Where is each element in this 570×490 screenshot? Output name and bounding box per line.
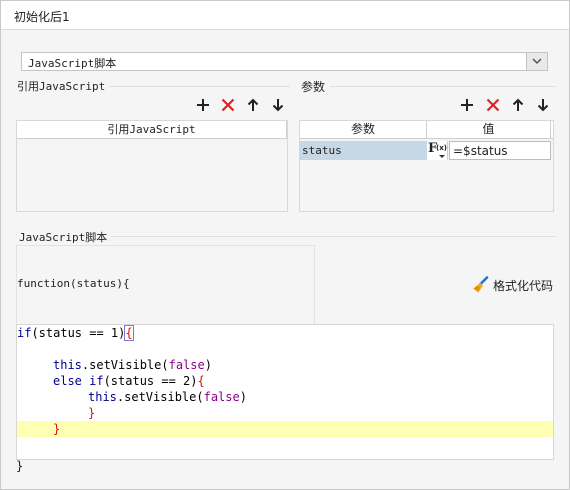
script-type-value: JavaScript脚本 [28, 57, 117, 70]
code-line-1: if(status == 1){ [17, 325, 134, 341]
param-move-up-button[interactable] [510, 97, 526, 113]
params-section-label: 参数 [301, 78, 330, 95]
add-icon [197, 99, 209, 111]
code-line-5: this.setVisible(false) [88, 390, 247, 404]
add-icon [461, 99, 473, 111]
param-move-down-button[interactable] [535, 97, 551, 113]
arrow-down-icon [537, 99, 549, 112]
param-value: =$status [453, 144, 508, 158]
title-bar: 初始化后1 [1, 1, 569, 30]
current-line-highlight [17, 421, 553, 437]
chevron-down-icon [532, 58, 542, 65]
param-add-button[interactable] [459, 97, 475, 113]
param-delete-button[interactable] [485, 97, 501, 113]
ref-delete-button[interactable] [220, 97, 236, 113]
script-type-select[interactable]: JavaScript脚本 [21, 52, 548, 71]
delete-icon [486, 98, 500, 112]
param-value-input[interactable]: =$status [449, 141, 551, 160]
ref-move-up-button[interactable] [245, 97, 261, 113]
delete-icon [221, 98, 235, 112]
arrow-down-icon [272, 99, 284, 112]
params-grid-header: 参数 值 [300, 121, 553, 139]
ref-js-grid-header: 引用JavaScript [17, 121, 287, 139]
dropdown-arrow-icon [439, 155, 445, 158]
arrow-up-icon [247, 98, 259, 111]
formula-button[interactable]: F (x) [427, 141, 448, 160]
param-row-name-cell[interactable]: status [300, 141, 427, 160]
param-name: status [302, 144, 342, 157]
ref-add-button[interactable] [195, 97, 211, 113]
arrow-up-icon [512, 98, 524, 111]
ref-js-grid[interactable]: 引用JavaScript [16, 120, 288, 212]
divider [108, 236, 556, 237]
fx-icon-sub: (x) [436, 144, 447, 152]
code-editor[interactable]: if(status == 1){ this.setVisible(false) … [16, 324, 554, 460]
ref-move-down-button[interactable] [270, 97, 286, 113]
format-code-label: 格式化代码 [493, 279, 554, 293]
function-header: function(status){ [17, 277, 130, 290]
function-closing-brace: } [16, 459, 24, 473]
code-line-4: else if(status == 2){ [53, 374, 205, 388]
ref-js-column-header: 引用JavaScript [17, 121, 287, 138]
params-grid[interactable]: 参数 值 [299, 120, 554, 212]
ref-section-label: 引用JavaScript [17, 78, 110, 94]
select-dropdown-button[interactable] [526, 53, 547, 70]
script-section-label: JavaScript脚本 [19, 229, 112, 245]
divider [330, 86, 556, 87]
window-title: 初始化后1 [14, 10, 70, 24]
code-line-6: } [88, 406, 96, 420]
param-name-column-header: 参数 [300, 121, 427, 138]
param-value-column-header: 值 [427, 121, 551, 138]
code-line-3: this.setVisible(false) [53, 358, 212, 372]
code-line-7: } [53, 422, 61, 436]
divider [100, 86, 290, 87]
broom-icon [473, 276, 489, 293]
